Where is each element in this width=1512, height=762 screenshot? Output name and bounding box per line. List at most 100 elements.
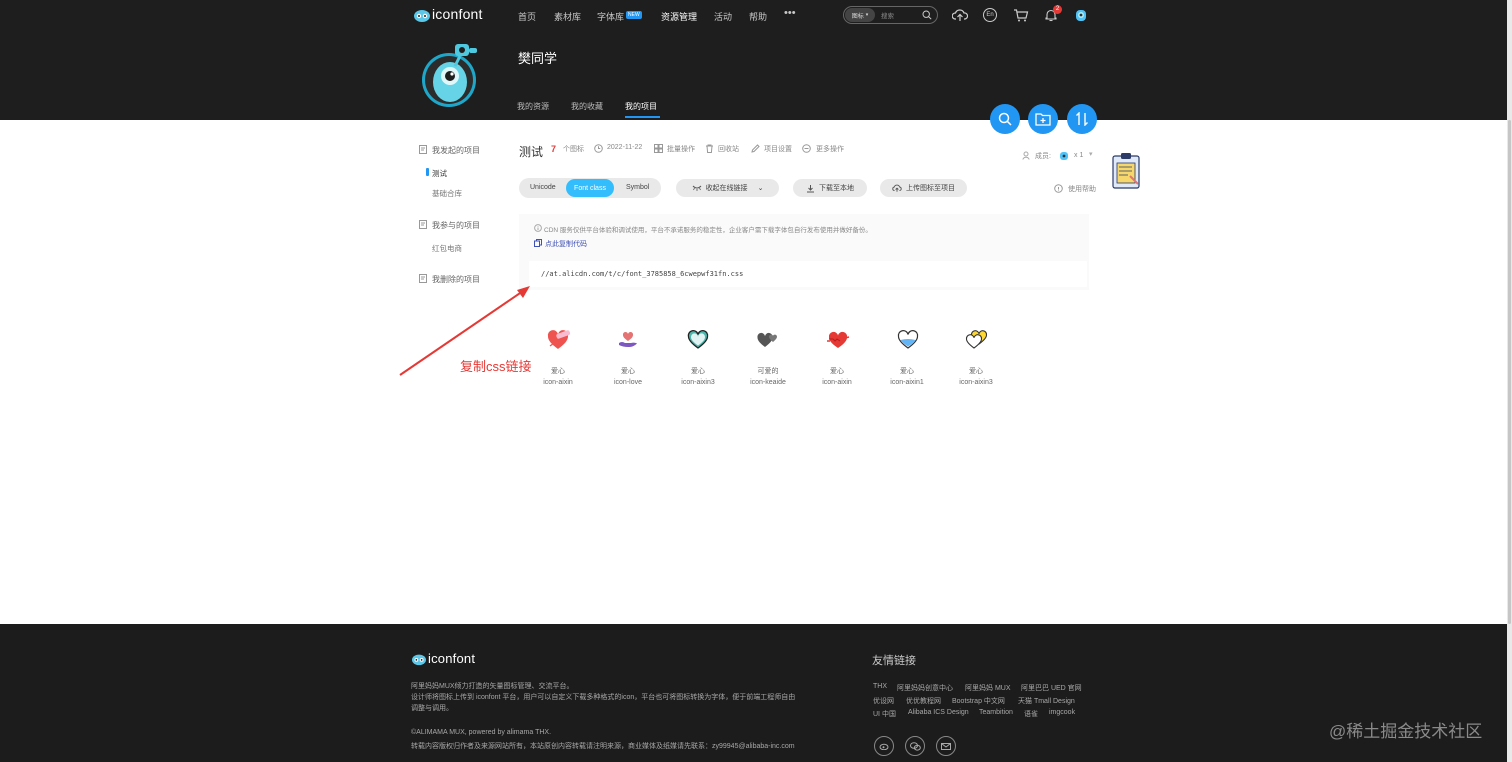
new-badge: NEW	[626, 11, 642, 19]
project-settings-link[interactable]: 项目设置	[764, 144, 792, 154]
double-heart-icon[interactable]	[756, 328, 780, 352]
link-thx[interactable]: THX	[873, 683, 887, 690]
heart-hand-icon[interactable]	[616, 328, 640, 352]
email-icon[interactable]	[936, 736, 956, 756]
icon-code-3: icon-aixin3	[681, 379, 715, 386]
more-operations-link[interactable]: 更多操作	[816, 144, 844, 154]
sidebar-section-participated[interactable]: 我参与的项目	[432, 220, 480, 231]
footer-copyright: ©ALIMAMA MUX, powered by alimama THX.	[411, 729, 552, 736]
cloud-upload-icon	[892, 184, 902, 192]
link-uiiiuiii[interactable]: 优优教程网	[906, 696, 941, 706]
cart-icon[interactable]	[1013, 8, 1029, 22]
folder-add-icon	[1035, 113, 1051, 126]
heart-blue-icon[interactable]	[896, 328, 920, 352]
sidebar-item-redpacket[interactable]: 红包电商	[432, 243, 462, 254]
wechat-icon[interactable]	[905, 736, 925, 756]
batch-operation-link[interactable]: 批量操作	[667, 144, 695, 154]
icon-name-7: 爱心	[969, 368, 983, 375]
heart-puzzle-icon[interactable]	[826, 328, 850, 352]
icon-name-3: 爱心	[691, 368, 705, 375]
link-alimama-mux[interactable]: 阿里妈妈 MUX	[965, 683, 1011, 693]
footer-desc-2: 设计师将图标上传到 iconfont 平台，用户可以自定义下载多种格式的icon…	[411, 694, 796, 712]
cdn-css-url[interactable]: //at.alicdn.com/t/c/font_3785858_6cwepwf…	[541, 270, 743, 278]
link-uisdc[interactable]: 优设网	[873, 696, 894, 706]
search-fab-button[interactable]	[990, 104, 1020, 134]
nav-fonts[interactable]: 字体库	[597, 10, 624, 23]
nav-materials[interactable]: 素材库	[554, 10, 581, 23]
copy-icon	[534, 239, 542, 247]
icon-code-5: icon-aixin	[822, 379, 852, 386]
members-chevron-icon[interactable]: ▾	[1089, 150, 1093, 158]
search-box[interactable]: 图标 ▾ 搜索	[843, 6, 938, 24]
page-scrollbar-thumb[interactable]	[1508, 120, 1511, 624]
heart-outline-green-icon[interactable]	[686, 328, 710, 352]
new-folder-fab-button[interactable]	[1028, 104, 1058, 134]
link-teambition[interactable]: Teambition	[979, 709, 1013, 716]
sidebar-section-initiated[interactable]: 我发起的项目	[432, 145, 480, 156]
link-alibaba-ics[interactable]: Alibaba ICS Design	[908, 709, 969, 716]
footer-logo[interactable]: iconfont	[411, 650, 491, 668]
icon-code-2: icon-love	[613, 379, 642, 386]
heart-yellow-icon[interactable]	[965, 327, 989, 351]
annotation-label: 复制css链接	[460, 359, 532, 374]
member-avatar[interactable]	[1059, 150, 1069, 161]
nav-home[interactable]: 首页	[518, 10, 536, 23]
search-icon	[998, 112, 1012, 126]
nav-resource-management[interactable]: 资源管理	[661, 10, 697, 23]
sidebar-item-test[interactable]: 测试	[432, 168, 447, 179]
link-tmall-design[interactable]: 天猫 Tmall Design	[1018, 696, 1075, 706]
format-symbol-tab[interactable]: Symbol	[626, 184, 649, 191]
members-icon	[1022, 151, 1030, 160]
nav-help[interactable]: 帮助	[749, 10, 767, 23]
pencil-icon	[751, 144, 760, 153]
tab-my-favorites[interactable]: 我的收藏	[571, 101, 603, 112]
collapse-online-link-label: 收起在线链接	[705, 185, 748, 192]
nav-more[interactable]: •••	[784, 7, 796, 19]
format-fontclass-label: Font class	[574, 184, 606, 192]
search-input[interactable]: 搜索	[881, 10, 894, 20]
batch-icon	[654, 144, 663, 153]
search-scope-select[interactable]: 图标 ▾	[845, 8, 875, 22]
download-icon	[807, 184, 814, 192]
recycle-bin-link[interactable]: 回收站	[718, 144, 739, 154]
link-alibaba-ued[interactable]: 阿里巴巴 UED 官网	[1021, 683, 1082, 693]
collapse-online-link-button[interactable]: 收起在线链接 ⌄	[676, 179, 779, 197]
link-yuque[interactable]: 语雀	[1024, 709, 1038, 719]
footer-logo-text: iconfont	[428, 651, 476, 666]
sidebar-active-indicator	[426, 168, 429, 176]
project-title: 测试	[519, 145, 544, 159]
upload-cloud-icon[interactable]	[952, 8, 968, 22]
icon-code-4: icon-keaide	[750, 379, 786, 386]
weibo-icon[interactable]	[874, 736, 894, 756]
sidebar-item-base[interactable]: 基础合库	[432, 188, 462, 199]
download-local-button[interactable]: 下载至本地	[793, 179, 867, 197]
icon-code-7: icon-aixin3	[959, 379, 993, 386]
search-icon[interactable]	[922, 10, 932, 20]
language-toggle[interactable]: En	[983, 8, 997, 22]
icon-code-1: icon-aixin	[543, 379, 573, 386]
link-bootstrap[interactable]: Bootstrap 中文网	[952, 696, 1005, 706]
icon-name-1: 爱心	[551, 368, 565, 375]
info-icon	[534, 224, 542, 232]
heart-bandaid-icon[interactable]	[546, 328, 570, 352]
avatar[interactable]	[1074, 7, 1088, 23]
copy-code-link[interactable]: 点此复制代码	[545, 239, 587, 249]
help-link[interactable]: 使用帮助	[1068, 184, 1096, 194]
footer-desc-1: 阿里妈妈MUX倾力打造的矢量图标管理、交流平台。	[411, 683, 574, 690]
sort-fab-button[interactable]	[1067, 104, 1097, 134]
format-fontclass-tab-active[interactable]: Font class	[566, 179, 614, 197]
upload-icons-button[interactable]: 上传图标至项目	[880, 179, 967, 197]
link-imgcook[interactable]: imgcook	[1049, 709, 1075, 716]
iconfont-logo[interactable]: iconfont	[413, 5, 488, 25]
clock-icon	[594, 144, 603, 153]
icon-name-4: 可爱的	[757, 368, 779, 375]
more-circle-icon	[802, 144, 811, 153]
icon-name-2: 爱心	[621, 368, 635, 375]
format-unicode-tab[interactable]: Unicode	[530, 184, 556, 191]
link-ui-china[interactable]: UI 中国	[873, 709, 896, 719]
tab-my-resources[interactable]: 我的资源	[517, 101, 549, 112]
help-circle-icon	[1054, 184, 1063, 193]
tab-my-projects[interactable]: 我的项目	[625, 101, 657, 112]
nav-activities[interactable]: 活动	[714, 10, 732, 23]
link-alimama-creative[interactable]: 阿里妈妈创意中心	[897, 683, 953, 693]
